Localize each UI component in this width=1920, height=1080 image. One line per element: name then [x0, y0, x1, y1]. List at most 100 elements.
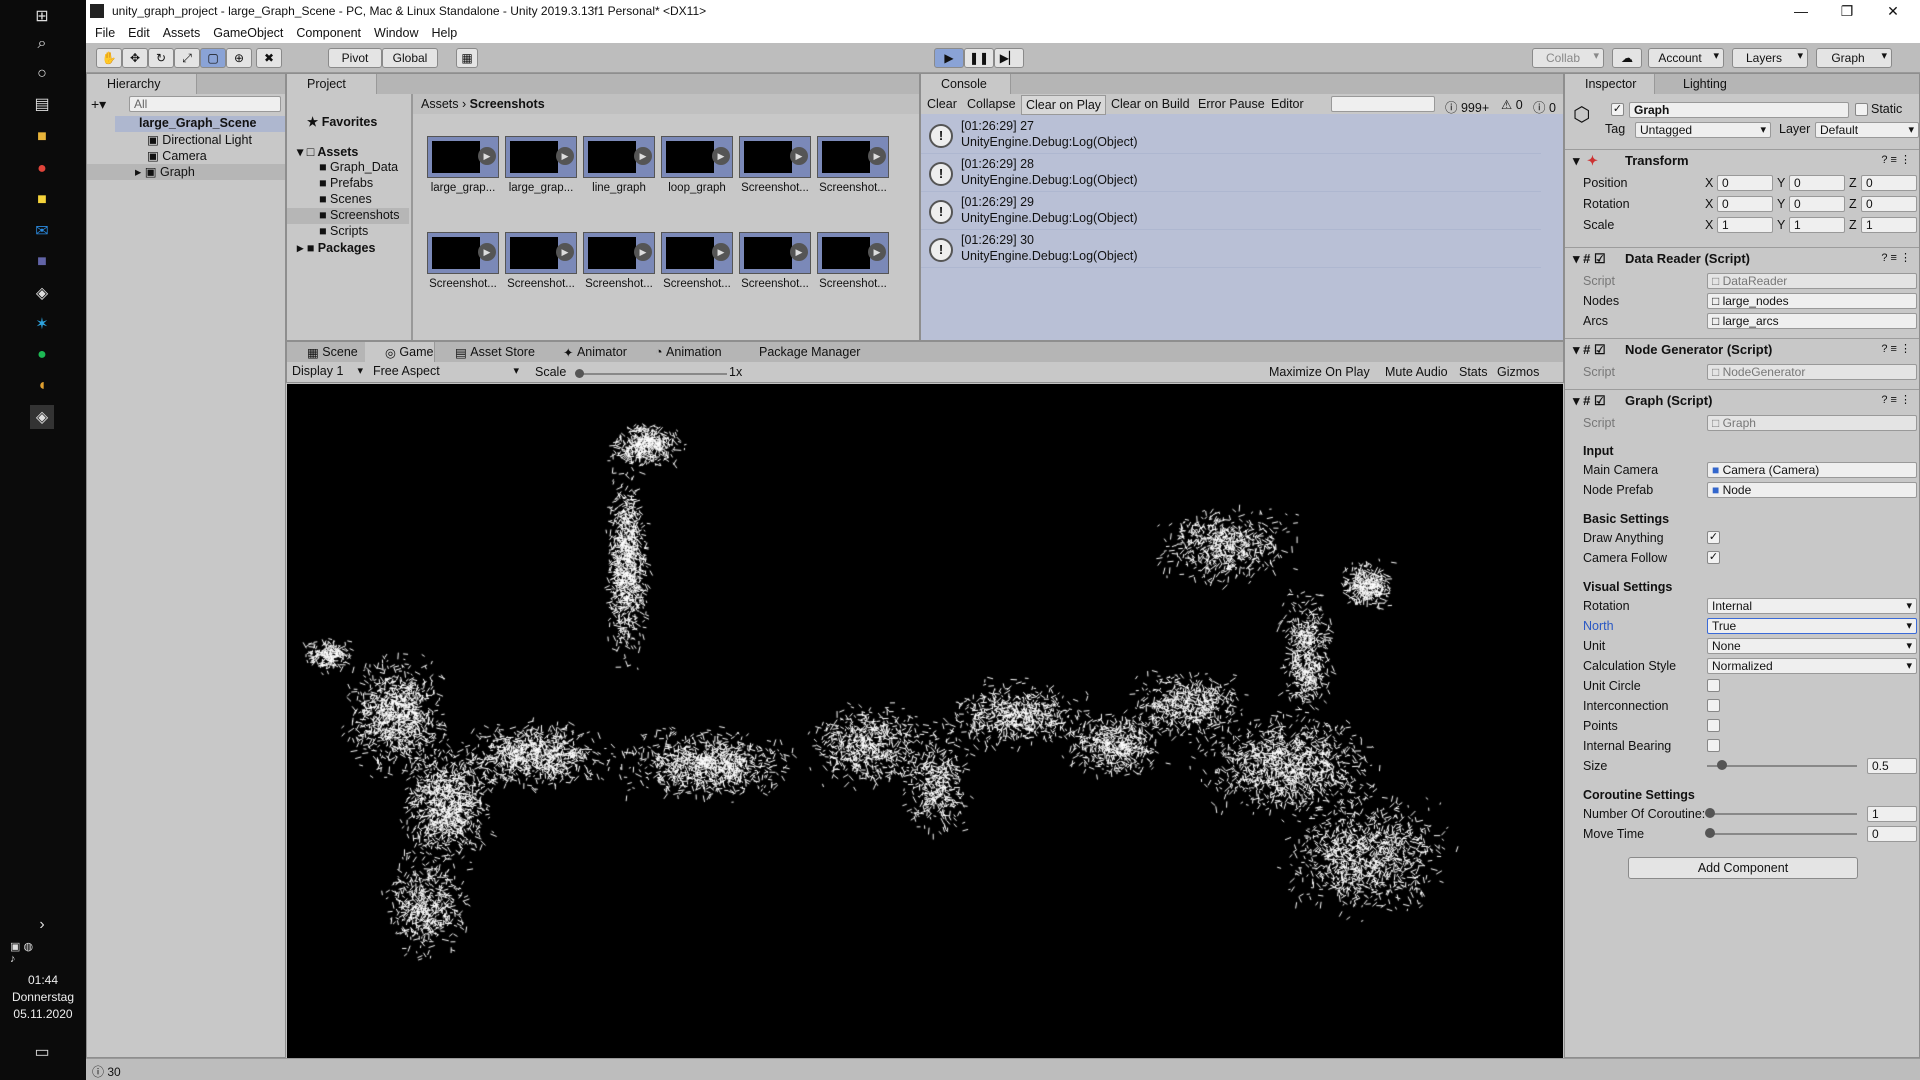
teams-icon[interactable]: ■ [30, 250, 54, 274]
points-checkbox[interactable] [1707, 719, 1720, 732]
nodes-field[interactable]: □ large_nodes [1707, 293, 1917, 309]
move-time-slider[interactable] [1707, 833, 1857, 835]
rect-tool-icon[interactable]: ▢ [200, 48, 226, 68]
app2-icon[interactable]: ◖ [30, 374, 54, 398]
app-icon[interactable]: ✶ [30, 312, 54, 336]
status-bar[interactable]: ⓘ 30 [86, 1058, 1920, 1080]
asset-thumbnail[interactable]: ▶ [427, 232, 499, 274]
folder-scripts[interactable]: ■ Scripts [319, 224, 368, 238]
num-coroutines-input[interactable]: 1 [1867, 806, 1917, 822]
asset-thumbnail[interactable]: ▶ [817, 136, 889, 178]
search-icon[interactable]: ⌕ [30, 32, 54, 56]
tray-icons[interactable]: ▣ ◍ ♪ [10, 940, 34, 965]
game-viewport[interactable] [287, 384, 1563, 1058]
cortana-icon[interactable]: ○ [30, 62, 54, 86]
display-dropdown[interactable]: Display 1 [289, 364, 367, 382]
node-generator-header[interactable]: ▾ # ☑ Node Generator (Script)? ≡ ⋮ [1565, 338, 1919, 360]
maximize-button[interactable]: ❐ [1824, 0, 1870, 22]
transform-header[interactable]: ▾ ✦ Transform? ≡ ⋮ [1565, 149, 1919, 171]
transform-z-input[interactable]: 1 [1861, 217, 1917, 233]
transform-x-input[interactable]: 0 [1717, 175, 1773, 191]
notifications-icon[interactable]: ▭ [30, 1040, 54, 1064]
layer-dropdown[interactable]: Default [1815, 122, 1919, 138]
mail-icon[interactable]: ✉ [30, 219, 54, 243]
static-label[interactable]: Static [1871, 102, 1902, 116]
transform-tool-icon[interactable]: ⊕ [226, 48, 252, 68]
console-search-input[interactable] [1331, 96, 1435, 112]
folder-scenes[interactable]: ■ Scenes [319, 192, 372, 206]
scale-slider-handle[interactable] [575, 369, 584, 378]
close-button[interactable]: ✕ [1870, 0, 1916, 22]
collapse-button[interactable]: Collapse [967, 97, 1016, 111]
log-entry[interactable]: ! [01:26:29] 29 UnityEngine.Debug:Log(Obje… [921, 192, 1541, 230]
tab-hierarchy[interactable]: Hierarchy [87, 74, 197, 94]
asset-thumbnail[interactable]: ▶ [661, 232, 733, 274]
file-explorer-icon[interactable]: ■ [30, 125, 54, 149]
arcs-field[interactable]: □ large_arcs [1707, 313, 1917, 329]
error-count[interactable]: ⓘ 0 [1533, 97, 1556, 116]
layout-dropdown[interactable]: Graph [1816, 48, 1892, 68]
minimize-button[interactable]: — [1778, 0, 1824, 22]
tab-lighting[interactable]: Lighting [1663, 74, 1753, 94]
unity-hub-icon[interactable]: ◈ [30, 281, 54, 305]
tab-animation[interactable]: ◔ Animation [635, 342, 739, 362]
chrome-icon[interactable]: ● [30, 157, 54, 181]
hierarchy-item-graph[interactable]: ▸ ▣ Graph [87, 164, 285, 180]
packages-folder[interactable]: ▸ ■ Packages [297, 240, 375, 255]
data-reader-header[interactable]: ▾ # ☑ Data Reader (Script)? ≡ ⋮ [1565, 247, 1919, 269]
mute-audio-button[interactable]: Mute Audio [1385, 365, 1448, 379]
interconnection-checkbox[interactable] [1707, 699, 1720, 712]
rotate-tool-icon[interactable]: ↻ [148, 48, 174, 68]
log-entry[interactable]: ! [01:26:29] 27 UnityEngine.Debug:Log(Obje… [921, 116, 1541, 154]
tab-inspector[interactable]: Inspector [1565, 74, 1655, 94]
transform-x-input[interactable]: 1 [1717, 217, 1773, 233]
play-button[interactable]: ▶ [934, 48, 964, 68]
asset-thumbnail[interactable]: ▶ [583, 136, 655, 178]
unit-dropdown[interactable]: None [1707, 638, 1917, 654]
menu-help[interactable]: Help [431, 26, 457, 40]
snap-icon[interactable]: ▦ [456, 48, 478, 68]
global-toggle[interactable]: Global [382, 48, 438, 68]
unity-icon[interactable]: ◈ [30, 405, 54, 429]
size-slider[interactable] [1707, 765, 1857, 767]
folder-screenshots[interactable]: ■ Screenshots [287, 208, 409, 224]
graph-script-header[interactable]: ▾ # ☑ Graph (Script)? ≡ ⋮ [1565, 389, 1919, 411]
transform-y-input[interactable]: 1 [1789, 217, 1845, 233]
move-time-slider-handle[interactable] [1705, 828, 1715, 838]
scale-slider[interactable] [577, 373, 727, 375]
clock[interactable]: 01:44 Donnerstag 05.11.2020 [0, 972, 86, 1023]
pause-button[interactable]: ❚❚ [964, 48, 994, 68]
transform-x-input[interactable]: 0 [1717, 196, 1773, 212]
aspect-dropdown[interactable]: Free Aspect [369, 364, 523, 382]
num-coroutines-slider-handle[interactable] [1705, 808, 1715, 818]
transform-y-input[interactable]: 0 [1789, 196, 1845, 212]
camera-follow-checkbox[interactable]: ✓ [1707, 551, 1720, 564]
account-dropdown[interactable]: Account [1648, 48, 1724, 68]
size-input[interactable]: 0.5 [1867, 758, 1917, 774]
error-pause-button[interactable]: Error Pause [1198, 97, 1265, 111]
windows-start-icon[interactable]: ⊞ [30, 4, 54, 28]
tab-package-manager[interactable]: Package Manager [739, 342, 869, 362]
object-name-field[interactable]: Graph [1629, 102, 1849, 118]
hierarchy-item-directional-light[interactable]: ▣ Directional Light [147, 132, 252, 147]
north-dropdown[interactable]: True [1707, 618, 1917, 634]
layers-dropdown[interactable]: Layers [1732, 48, 1808, 68]
unit-circle-checkbox[interactable] [1707, 679, 1720, 692]
chevron-right-icon[interactable]: › [30, 913, 54, 937]
step-button[interactable]: ▶▏ [994, 48, 1024, 68]
log-count[interactable]: ⓘ 999+ [1445, 97, 1489, 116]
tab-scene[interactable]: ▦ Scene [287, 342, 365, 362]
tab-asset-store[interactable]: ▤ Asset Store [435, 342, 543, 362]
tab-animator[interactable]: ✦ Animator [543, 342, 635, 362]
main-camera-field[interactable]: ■ Camera (Camera) [1707, 462, 1917, 478]
spotify-icon[interactable]: ● [30, 343, 54, 367]
size-slider-handle[interactable] [1717, 760, 1727, 770]
tab-project[interactable]: Project [287, 74, 377, 94]
node-prefab-field[interactable]: ■ Node [1707, 482, 1917, 498]
clear-on-build-button[interactable]: Clear on Build [1111, 97, 1190, 111]
tab-game[interactable]: ◎ Game [365, 342, 435, 362]
task-view-icon[interactable]: ▤ [30, 92, 54, 116]
transform-z-input[interactable]: 0 [1861, 196, 1917, 212]
folder-prefabs[interactable]: ■ Prefabs [319, 176, 373, 190]
asset-thumbnail[interactable]: ▶ [739, 232, 811, 274]
